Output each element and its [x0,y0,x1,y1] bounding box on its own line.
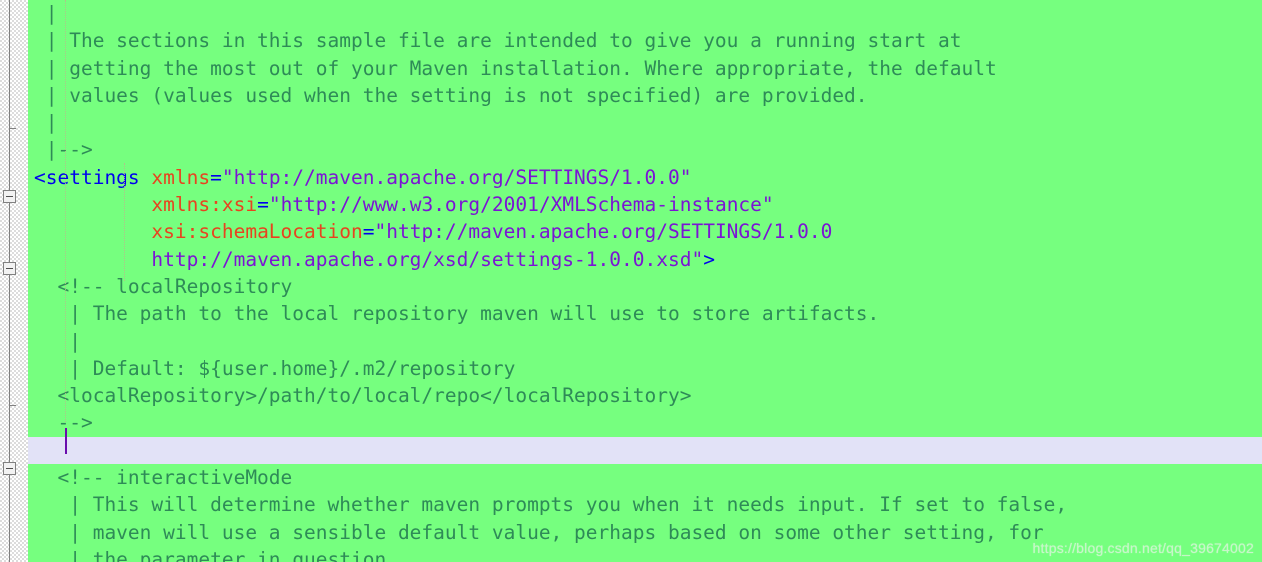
code-token-cmt: | the parameter in question. [34,547,398,562]
code-token-cmt: <!-- localRepository [34,274,293,298]
code-token-tag: > [703,247,715,271]
code-token-cmt: | Default: ${user.home}/.m2/repository [34,356,516,380]
code-token-cmt: |--> [34,138,93,162]
code-token-val: "http://maven.apache.org/SETTINGS/1.0.0" [221,165,692,189]
code-token-cmt: | [34,329,81,353]
code-line[interactable]: |--> [28,136,1262,163]
code-token-val: "http://www.w3.org/2001/XMLSchema-instan… [268,193,774,217]
code-line-group: | | The sections in this sample file are… [28,0,1262,562]
code-line[interactable]: | [28,109,1262,136]
code-line[interactable]: | [28,0,1262,27]
code-token-cmt: | values (values used when the setting i… [34,83,868,107]
code-line[interactable]: | The sections in this sample file are i… [28,27,1262,54]
code-token-cmt: | The sections in this sample file are i… [34,29,962,53]
code-token-attr: xsi:schemaLocation [151,220,363,244]
fold-toggle-icon[interactable] [3,262,16,275]
fold-region-end-icon [9,128,16,129]
code-line[interactable]: | This will determine whether maven prom… [28,491,1262,518]
editor-gutter[interactable] [0,0,28,562]
code-token-attr: xmlns:xsi [151,193,258,217]
code-token-tag: <settings [34,165,152,189]
code-token-cmt: | The path to the local repository maven… [34,302,880,326]
code-line[interactable]: | getting the most out of your Maven ins… [28,55,1262,82]
fold-toggle-icon[interactable] [3,462,16,475]
code-line[interactable]: --> [28,409,1262,436]
code-line[interactable]: xsi:schemaLocation="http://maven.apache.… [28,218,1262,245]
code-token-cmt: | getting the most out of your Maven ins… [34,56,997,80]
code-line[interactable]: <localRepository>/path/to/local/repo</lo… [28,382,1262,409]
code-token-cmt: | maven will use a sensible default valu… [34,520,1044,544]
fold-region-end-icon [9,405,16,406]
code-content[interactable]: | | The sections in this sample file are… [28,0,1262,562]
code-token-cmt: | [34,2,58,25]
watermark-text: https://blog.csdn.net/qq_39674002 [1032,540,1254,556]
code-line[interactable]: | The path to the local repository maven… [28,300,1262,327]
code-line[interactable]: xmlns:xsi="http://www.w3.org/2001/XMLSch… [28,191,1262,218]
text-caret [65,428,67,454]
fold-toggle-icon[interactable] [3,190,16,203]
code-token-cmt: | This will determine whether maven prom… [34,493,1068,517]
code-editor[interactable]: | | The sections in this sample file are… [0,0,1262,562]
code-line[interactable]: | values (values used when the setting i… [28,82,1262,109]
code-line[interactable]: <settings xmlns="http://maven.apache.org… [28,164,1262,191]
code-token-cmt: <localRepository>/path/to/local/repo</lo… [34,384,692,408]
code-token-cmt: --> [34,411,93,435]
code-line[interactable]: http://maven.apache.org/xsd/settings-1.0… [28,246,1262,273]
code-token-cmt: <!-- interactiveMode [34,466,293,490]
code-line[interactable]: <!-- interactiveMode [28,464,1262,491]
code-line[interactable]: | Default: ${user.home}/.m2/repository [28,355,1262,382]
code-line[interactable]: | [28,328,1262,355]
code-token-pun: = [257,193,269,217]
code-token-pun: = [210,165,222,189]
code-line[interactable]: <!-- localRepository [28,273,1262,300]
code-token-val: http://maven.apache.org/xsd/settings-1.0… [151,247,704,271]
code-token-attr: xmlns [151,165,211,189]
fold-rail [9,0,10,562]
code-token-pun: = [362,220,375,244]
code-token-cmt: | [34,111,58,135]
code-line[interactable] [28,436,1262,465]
code-token-val: "http://maven.apache.org/SETTINGS/1.0.0 [374,220,833,244]
